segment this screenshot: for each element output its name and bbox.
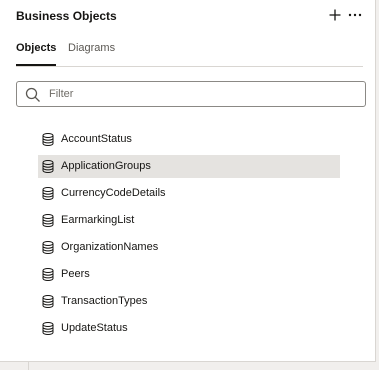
tab-bar: Objects Diagrams [16, 40, 363, 67]
database-icon [42, 160, 54, 173]
list-item[interactable]: Peers [38, 263, 340, 286]
list-item[interactable]: AccountStatus [38, 128, 340, 151]
more-actions-button[interactable] [347, 6, 363, 24]
list-item-label: OrganizationNames [61, 241, 159, 253]
plus-icon [329, 9, 341, 21]
database-icon [42, 322, 54, 335]
database-icon [42, 133, 54, 146]
database-icon [42, 268, 54, 281]
panel-header: Business Objects [16, 8, 363, 24]
list-item-label: EarmarkingList [61, 214, 135, 226]
list-item[interactable]: OrganizationNames [38, 236, 340, 259]
filter-input[interactable] [49, 85, 349, 103]
list-item-label: TransactionTypes [61, 295, 148, 307]
tab-objects[interactable]: Objects [16, 40, 57, 66]
database-icon [42, 187, 54, 200]
add-button[interactable] [327, 6, 343, 24]
tab-diagrams[interactable]: Diagrams [68, 40, 115, 64]
list-item[interactable]: EarmarkingList [38, 209, 340, 232]
list-item-label: ApplicationGroups [61, 160, 151, 172]
list-item-label: AccountStatus [61, 133, 132, 145]
database-icon [42, 214, 54, 227]
divider [28, 362, 29, 370]
list-item[interactable]: UpdateStatus [38, 317, 340, 340]
search-icon [25, 87, 40, 102]
list-item[interactable]: TransactionTypes [38, 290, 340, 313]
business-objects-list: AccountStatus ApplicationGroups Currency… [38, 128, 340, 344]
list-item-label: UpdateStatus [61, 322, 128, 334]
list-item-label: CurrencyCodeDetails [61, 187, 166, 199]
filter-field[interactable] [16, 81, 366, 107]
database-icon [42, 241, 54, 254]
business-objects-panel: Business Objects Objects Diagrams Filter… [0, 0, 376, 362]
header-actions [323, 6, 363, 24]
list-item[interactable]: CurrencyCodeDetails [38, 182, 340, 205]
ellipsis-icon [348, 13, 362, 17]
list-item-label: Peers [61, 268, 90, 280]
list-item[interactable]: ApplicationGroups [38, 155, 340, 178]
panel-title: Business Objects [16, 9, 117, 23]
database-icon [42, 295, 54, 308]
